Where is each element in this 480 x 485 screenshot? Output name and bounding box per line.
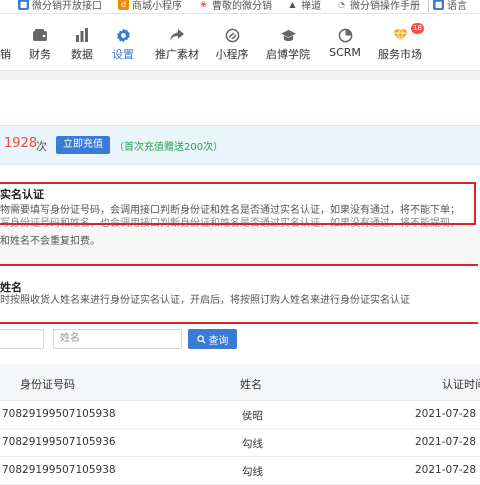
flame-icon: ❀ — [198, 0, 209, 10]
nav-item-settings[interactable]: 设置 — [108, 14, 138, 70]
bookmark-item[interactable]: ■ 语言 — [433, 0, 467, 12]
recharge-bar: 1928 次 立即充值 （首次充值赠送200次） — [0, 125, 480, 165]
recharge-promo: （首次充值赠送200次） — [114, 142, 224, 153]
highlight-line — [0, 264, 478, 266]
nav-item-mini-program[interactable]: 小程序 — [212, 14, 252, 70]
bookmark-item[interactable]: ▲ 禅道 — [287, 0, 321, 12]
cell-id: 70829199507105938 — [2, 464, 116, 476]
cell-time: 2021-07-28 16 — [415, 408, 480, 420]
cell-time: 2021-07-28 16 — [415, 436, 480, 448]
shop-icon: d — [118, 0, 129, 10]
bookmark-item[interactable]: ◔ 微分销操作手册 — [336, 0, 420, 12]
cell-id: 70829199507105936 — [2, 436, 116, 448]
section-title-name: 姓名 — [0, 281, 22, 294]
nav-item-promo-material[interactable]: 推广素材 — [150, 14, 204, 70]
bookmark-icon: ■ — [18, 0, 29, 10]
id-number-input[interactable] — [0, 329, 44, 349]
column-header-id: 身份证号码 — [20, 378, 75, 391]
bookmark-separator — [428, 0, 429, 12]
table-row: 70829199507105936 勾线 2021-07-28 16 — [0, 429, 480, 457]
bookmark-item[interactable]: ❀ 曹敬的微分销 — [198, 0, 272, 12]
nav-item-scrm[interactable]: SCRM — [325, 14, 365, 70]
search-button[interactable]: 查询 — [188, 329, 237, 349]
recharge-button[interactable]: 立即充值 — [56, 136, 110, 154]
remaining-count: 1928 — [4, 136, 38, 151]
nav-item-sales[interactable]: 销 — [0, 14, 12, 70]
mortarboard-icon: ▲ — [287, 0, 298, 10]
name-search-input[interactable]: 姓名 — [53, 329, 182, 349]
section-desc-line3: 和姓名不会重复扣费。 — [0, 236, 100, 247]
cell-id: 70829199507105938 — [2, 408, 116, 420]
column-header-time: 认证时间 — [442, 378, 480, 391]
graduation-cap-icon — [263, 26, 313, 44]
nav-item-service-market[interactable]: 18 服务市场 — [374, 14, 426, 70]
nav-item-data[interactable]: 数据 — [67, 14, 97, 70]
cell-name: 勾线 — [242, 466, 263, 478]
table-row: 70829199507105938 侯昭 2021-07-28 16 — [0, 401, 480, 429]
cell-name: 侯昭 — [242, 410, 263, 422]
mini-program-icon — [212, 26, 252, 44]
bookmarks-bar: ■ 微分销开放接口 d 商城小程序 ❀ 曹敬的微分销 ▲ 禅道 ◔ 微分销操作手… — [0, 0, 480, 14]
notification-badge: 18 — [411, 23, 424, 34]
bar-chart-icon — [67, 26, 97, 44]
column-header-name: 姓名 — [240, 378, 262, 391]
bookmark-icon: ■ — [433, 0, 444, 10]
pie-chart-icon: ◔ — [336, 0, 347, 10]
pie-chart-icon — [325, 26, 365, 44]
section-desc-name: 时按照收货人姓名来进行身份证实名认证，开启后，将按照订购人姓名来进行身份证实名认… — [0, 295, 410, 306]
search-icon — [196, 334, 206, 344]
wallet-icon — [24, 26, 56, 44]
highlight-line — [0, 322, 478, 324]
top-nav: 销 财务 数据 设置 推广素材 小程序 启博学院 SCRM 18 服务市场 — [0, 14, 480, 71]
table-row: 70829199507105938 勾线 2021-07-28 16 — [0, 457, 480, 485]
highlight-box — [0, 182, 476, 225]
bookmark-item[interactable]: d 商城小程序 — [118, 0, 182, 12]
bookmark-item[interactable]: ■ 微分销开放接口 — [18, 0, 102, 12]
cell-name: 勾线 — [242, 438, 263, 450]
share-icon — [150, 26, 204, 44]
cell-time: 2021-07-28 16 — [415, 464, 480, 476]
count-unit: 次 — [36, 140, 47, 153]
table-header: 身份证号码 姓名 认证时间 — [0, 364, 480, 401]
nav-item-academy[interactable]: 启博学院 — [263, 14, 313, 70]
gear-icon — [108, 26, 138, 44]
nav-item-finance[interactable]: 财务 — [24, 14, 56, 70]
